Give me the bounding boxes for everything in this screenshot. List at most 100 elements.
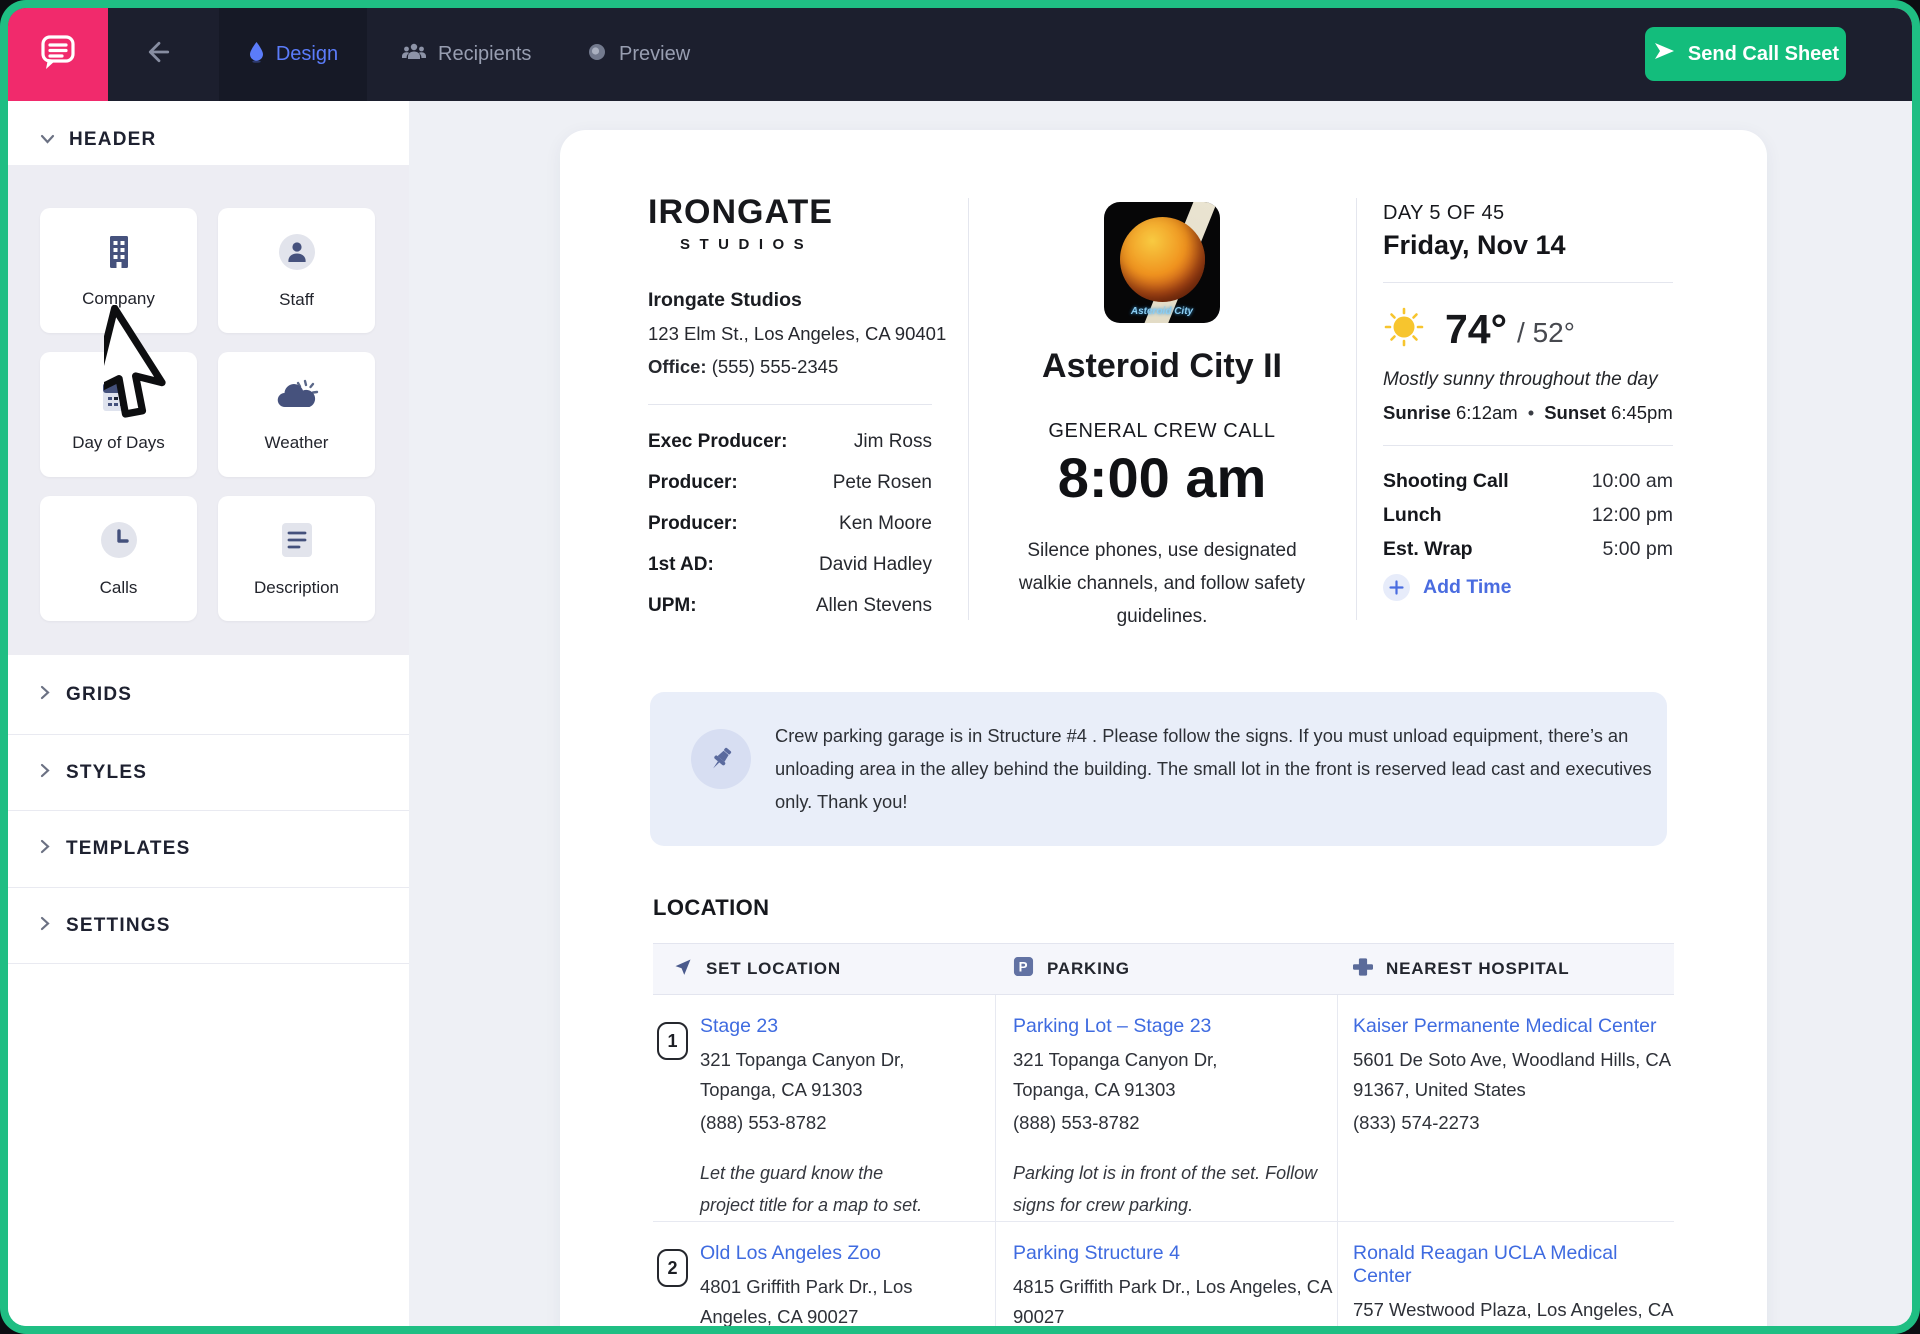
send-call-sheet-button[interactable]: Send Call Sheet	[1645, 27, 1846, 81]
production-poster-image[interactable]: Asteroid City	[1104, 202, 1220, 323]
shoot-date: Friday, Nov 14	[1383, 230, 1673, 261]
header-tiles-panel: Company Staff	[8, 165, 409, 655]
divider	[648, 404, 932, 405]
parking-note: Parking lot is in front of the set. Foll…	[1013, 1157, 1333, 1221]
set-location-link[interactable]: Old Los Angeles Zoo	[700, 1242, 913, 1265]
eye-icon	[586, 41, 608, 69]
hospital-address: 5601 De Soto Ave, Woodland Hills, CA9136…	[1353, 1045, 1675, 1105]
tab-design[interactable]: Design	[219, 8, 367, 101]
poster-caption: Asteroid City	[1104, 306, 1220, 317]
page-frame: Design Recipients Preview Send	[0, 0, 1920, 1334]
company-logo-subtext: STUDIOS	[680, 236, 932, 253]
add-time-label: Add Time	[1423, 576, 1511, 599]
app-window: Design Recipients Preview Send	[8, 8, 1912, 1326]
production-note-box: Crew parking garage is in Structure #4 .…	[650, 692, 1667, 846]
plus-icon	[1383, 574, 1410, 601]
sunset-time: 6:45pm	[1606, 402, 1673, 423]
parking-link[interactable]: Parking Lot – Stage 23	[1013, 1015, 1337, 1038]
tile-staff[interactable]: Staff	[218, 208, 375, 333]
sidebar-section-header-label: HEADER	[69, 129, 156, 151]
hospital-phone: (833) 574-2273	[1353, 1112, 1674, 1134]
location-row: 2 Old Los Angeles Zoo 4801 Griffith Park…	[653, 1222, 1674, 1326]
hospital-cell: Ronald Reagan UCLA Medical Center 757 We…	[1337, 1222, 1674, 1326]
svg-text:P: P	[1019, 959, 1029, 974]
location-row: 1 Stage 23 321 Topanga Canyon Dr,Topanga…	[653, 995, 1674, 1222]
sidebar-item-grids[interactable]: GRIDS	[8, 655, 409, 735]
tile-calls-label: Calls	[100, 578, 138, 598]
day-column: DAY 5 OF 45 Friday, Nov 14	[1383, 202, 1673, 601]
tab-preview[interactable]: Preview	[586, 8, 690, 101]
parking-cell: Parking Lot – Stage 23 321 Topanga Canyo…	[995, 995, 1337, 1221]
company-logo-text: IRONGATE	[648, 193, 932, 232]
column-nearest-hospital: NEAREST HOSPITAL	[1337, 944, 1674, 994]
hospital-link[interactable]: Ronald Reagan UCLA Medical Center	[1353, 1242, 1674, 1288]
set-location-cell: 1 Stage 23 321 Topanga Canyon Dr,Topanga…	[653, 995, 995, 1221]
sunset-label: Sunset	[1544, 402, 1606, 423]
content-area: IRONGATE STUDIOS Irongate Studios 123 El…	[409, 101, 1912, 1326]
parking-link[interactable]: Parking Structure 4	[1013, 1242, 1337, 1265]
app-logo[interactable]	[8, 8, 108, 101]
tile-day-of-days[interactable]: Day of Days	[40, 352, 197, 477]
hospital-address: 757 Westwood Plaza, Los Angeles, CA90095…	[1353, 1295, 1675, 1326]
forecast-text: Mostly sunny throughout the day	[1383, 369, 1673, 391]
sidebar-item-grids-label: GRIDS	[66, 684, 132, 706]
parking-cell: Parking Structure 4 4815 Griffith Park D…	[995, 1222, 1337, 1326]
sunrise-time: 6:12am	[1451, 402, 1518, 423]
set-location-link[interactable]: Stage 23	[700, 1015, 935, 1038]
add-time-button[interactable]: Add Time	[1383, 574, 1673, 601]
location-heading: LOCATION	[653, 895, 769, 921]
back-arrow-icon	[144, 37, 174, 72]
set-location-cell: 2 Old Los Angeles Zoo 4801 Griffith Park…	[653, 1222, 995, 1326]
production-title: Asteroid City II	[968, 347, 1356, 386]
chevron-right-icon	[40, 916, 50, 936]
divider	[1356, 198, 1357, 620]
temp-low: / 52°	[1517, 311, 1575, 349]
tile-description[interactable]: Description	[218, 496, 375, 621]
parking-address: 321 Topanga Canyon Dr,Topanga, CA 91303	[1013, 1045, 1337, 1105]
day-counter: DAY 5 OF 45	[1383, 202, 1673, 225]
set-location-address: 4801 Griffith Park Dr., LosAngeles, CA 9…	[700, 1272, 913, 1326]
tile-company[interactable]: Company	[40, 208, 197, 333]
crew-row: 1st AD:David Hadley	[648, 554, 932, 576]
crew-row: Exec Producer:Jim Ross	[648, 431, 932, 453]
calendar-icon	[99, 377, 139, 420]
sidebar-item-settings[interactable]: SETTINGS	[8, 888, 409, 964]
sidebar-item-templates[interactable]: TEMPLATES	[8, 811, 409, 888]
crew-row: Producer:Pete Rosen	[648, 472, 932, 494]
sunrise-label: Sunrise	[1383, 402, 1451, 423]
back-button[interactable]	[144, 8, 174, 101]
sidebar-item-templates-label: TEMPLATES	[66, 838, 190, 860]
location-table: SET LOCATION P PARKING NEAREST HOSPITAL	[653, 943, 1674, 1326]
schedule-row: Lunch12:00 pm	[1383, 504, 1673, 527]
tile-calls[interactable]: Calls	[40, 496, 197, 621]
crew-call-label: GENERAL CREW CALL	[968, 420, 1356, 443]
crew-row: UPM:Allen Stevens	[648, 595, 932, 617]
dot-separator: •	[1528, 402, 1534, 423]
sidebar-item-styles[interactable]: STYLES	[8, 735, 409, 811]
tile-weather[interactable]: Weather	[218, 352, 375, 477]
sidebar-section-header[interactable]: HEADER	[8, 101, 409, 165]
column-parking: P PARKING	[995, 944, 1337, 994]
building-icon	[102, 233, 136, 276]
weather-row: 74° / 52°	[1383, 305, 1673, 354]
tab-preview-label: Preview	[619, 43, 690, 66]
tile-day-of-days-label: Day of Days	[72, 433, 165, 453]
column-set-location: SET LOCATION	[653, 944, 995, 994]
crew-row: Producer:Ken Moore	[648, 513, 932, 535]
sidebar-item-settings-label: SETTINGS	[66, 915, 171, 937]
crew-call-time: 8:00 am	[968, 445, 1356, 510]
paint-drop-icon	[248, 41, 265, 69]
temp-high: 74°	[1445, 306, 1507, 353]
divider	[1383, 445, 1673, 446]
cloud-sun-icon	[275, 377, 319, 420]
chevron-down-icon	[40, 131, 55, 149]
divider	[995, 995, 996, 1326]
sidebar: HEADER Company	[8, 101, 409, 1326]
hospital-cell: Kaiser Permanente Medical Center 5601 De…	[1337, 995, 1674, 1221]
tab-design-label: Design	[276, 43, 338, 66]
tab-recipients[interactable]: Recipients	[401, 8, 531, 101]
medical-cross-icon	[1353, 957, 1373, 982]
sidebar-item-styles-label: STYLES	[66, 762, 147, 784]
location-number-badge: 1	[657, 1022, 688, 1060]
hospital-link[interactable]: Kaiser Permanente Medical Center	[1353, 1015, 1674, 1038]
